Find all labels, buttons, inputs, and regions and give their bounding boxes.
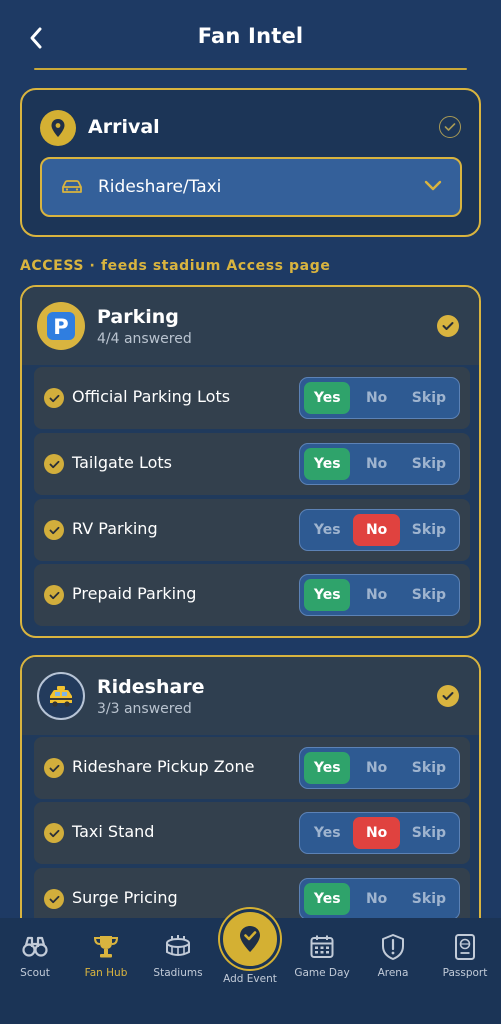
page-title: Fan Intel bbox=[197, 24, 304, 48]
tab-scout[interactable]: Scout bbox=[3, 932, 67, 979]
answer-toggle: Yes No Skip bbox=[299, 574, 460, 616]
add-event-label: Add Event bbox=[223, 973, 277, 985]
arrival-mode-value: Rideshare/Taxi bbox=[98, 177, 222, 197]
tab-stadiums[interactable]: Stadiums bbox=[146, 932, 210, 979]
tab-arena[interactable]: Arena bbox=[361, 932, 425, 979]
location-pin-icon bbox=[40, 110, 76, 146]
yes-option[interactable]: Yes bbox=[304, 448, 351, 480]
group-title: Parking bbox=[97, 306, 179, 328]
chevron-down-icon bbox=[424, 180, 442, 191]
tab-passport[interactable]: Passport bbox=[433, 932, 497, 979]
yes-option[interactable]: Yes bbox=[304, 514, 350, 546]
group-check-icon bbox=[437, 315, 459, 337]
shield-icon bbox=[361, 932, 425, 962]
no-option[interactable]: No bbox=[353, 382, 399, 414]
svg-text:P: P bbox=[53, 315, 68, 339]
question-row: RV Parking Yes No Skip bbox=[34, 499, 470, 561]
question-row: Tailgate Lots Yes No Skip bbox=[34, 433, 470, 495]
question-label: RV Parking bbox=[72, 519, 158, 538]
header-divider bbox=[34, 68, 467, 70]
stadium-icon bbox=[146, 932, 210, 962]
answer-toggle: Yes No Skip bbox=[299, 812, 460, 854]
passport-icon bbox=[433, 932, 497, 962]
group-title: Rideshare bbox=[97, 676, 205, 698]
bottom-tab-bar: Scout Fan Hub Stadiums Add Event Game Da… bbox=[0, 909, 501, 1024]
car-icon bbox=[60, 177, 86, 197]
question-row: Rideshare Pickup Zone Yes No Skip bbox=[34, 737, 470, 799]
answered-check-icon bbox=[44, 758, 64, 778]
answer-toggle: Yes No Skip bbox=[299, 878, 460, 920]
question-label: Official Parking Lots bbox=[72, 387, 231, 406]
yes-option[interactable]: Yes bbox=[304, 817, 350, 849]
yes-option[interactable]: Yes bbox=[304, 382, 351, 414]
question-row: Official Parking Lots Yes No Skip bbox=[34, 367, 470, 429]
add-event-icon bbox=[240, 926, 260, 952]
answer-toggle: Yes No Skip bbox=[299, 509, 460, 551]
answered-check-icon bbox=[44, 585, 64, 605]
group-check-icon bbox=[437, 685, 459, 707]
section-label: ACCESS · feeds stadium Access page bbox=[20, 258, 331, 274]
parking-icon: P bbox=[37, 302, 85, 350]
skip-option[interactable]: Skip bbox=[403, 579, 455, 611]
group-answered-count: 3/3 answered bbox=[97, 701, 192, 717]
add-event-button[interactable] bbox=[220, 909, 280, 969]
question-label: Tailgate Lots bbox=[72, 453, 173, 472]
binoculars-icon bbox=[3, 932, 67, 962]
tab-game-day[interactable]: Game Day bbox=[290, 932, 354, 979]
question-label: Prepaid Parking bbox=[72, 584, 197, 603]
no-option[interactable]: No bbox=[353, 883, 399, 915]
answered-check-icon bbox=[44, 454, 64, 474]
skip-option[interactable]: Skip bbox=[403, 448, 455, 480]
no-option[interactable]: No bbox=[353, 514, 400, 546]
question-row: Taxi Stand Yes No Skip bbox=[34, 802, 470, 864]
skip-option[interactable]: Skip bbox=[403, 883, 455, 915]
answer-toggle: Yes No Skip bbox=[299, 747, 460, 789]
no-option[interactable]: No bbox=[353, 579, 399, 611]
question-label: Rideshare Pickup Zone bbox=[72, 757, 255, 776]
yes-option[interactable]: Yes bbox=[304, 883, 351, 915]
tab-label: Stadiums bbox=[153, 967, 203, 979]
tab-fan-hub[interactable]: Fan Hub bbox=[74, 932, 138, 979]
rideshare-group-header[interactable]: Rideshare 3/3 answered bbox=[22, 657, 479, 735]
skip-option[interactable]: Skip bbox=[403, 817, 455, 849]
no-option[interactable]: No bbox=[353, 448, 399, 480]
answer-toggle: Yes No Skip bbox=[299, 377, 460, 419]
group-answered-count: 4/4 answered bbox=[97, 331, 192, 347]
header: Fan Intel bbox=[0, 0, 501, 76]
question-label: Taxi Stand bbox=[72, 822, 155, 841]
answered-check-icon bbox=[44, 520, 64, 540]
no-option[interactable]: No bbox=[353, 817, 400, 849]
calendar-icon bbox=[290, 932, 354, 962]
answered-check-icon bbox=[44, 388, 64, 408]
tab-label: Arena bbox=[377, 967, 409, 979]
tab-label: Fan Hub bbox=[84, 967, 128, 979]
answered-check-icon bbox=[44, 889, 64, 909]
parking-group-header[interactable]: P Parking 4/4 answered bbox=[22, 287, 479, 365]
arrival-check-icon bbox=[439, 116, 461, 138]
no-option[interactable]: No bbox=[353, 752, 399, 784]
yes-option[interactable]: Yes bbox=[304, 752, 351, 784]
trophy-icon bbox=[74, 932, 138, 962]
tab-label: Scout bbox=[20, 967, 50, 979]
question-label: Surge Pricing bbox=[72, 888, 178, 907]
skip-option[interactable]: Skip bbox=[403, 514, 455, 546]
arrival-card: Arrival Rideshare/Taxi bbox=[20, 88, 481, 237]
tab-label: Passport bbox=[442, 967, 488, 979]
answered-check-icon bbox=[44, 823, 64, 843]
question-row: Prepaid Parking Yes No Skip bbox=[34, 564, 470, 626]
skip-option[interactable]: Skip bbox=[403, 752, 455, 784]
answer-toggle: Yes No Skip bbox=[299, 443, 460, 485]
parking-group-card: P Parking 4/4 answered Official Parking … bbox=[20, 285, 481, 638]
taxi-icon bbox=[37, 672, 85, 720]
skip-option[interactable]: Skip bbox=[403, 382, 455, 414]
arrival-title: Arrival bbox=[88, 116, 160, 138]
arrival-mode-select[interactable]: Rideshare/Taxi bbox=[40, 157, 462, 217]
yes-option[interactable]: Yes bbox=[304, 579, 351, 611]
tab-label: Game Day bbox=[294, 967, 350, 979]
